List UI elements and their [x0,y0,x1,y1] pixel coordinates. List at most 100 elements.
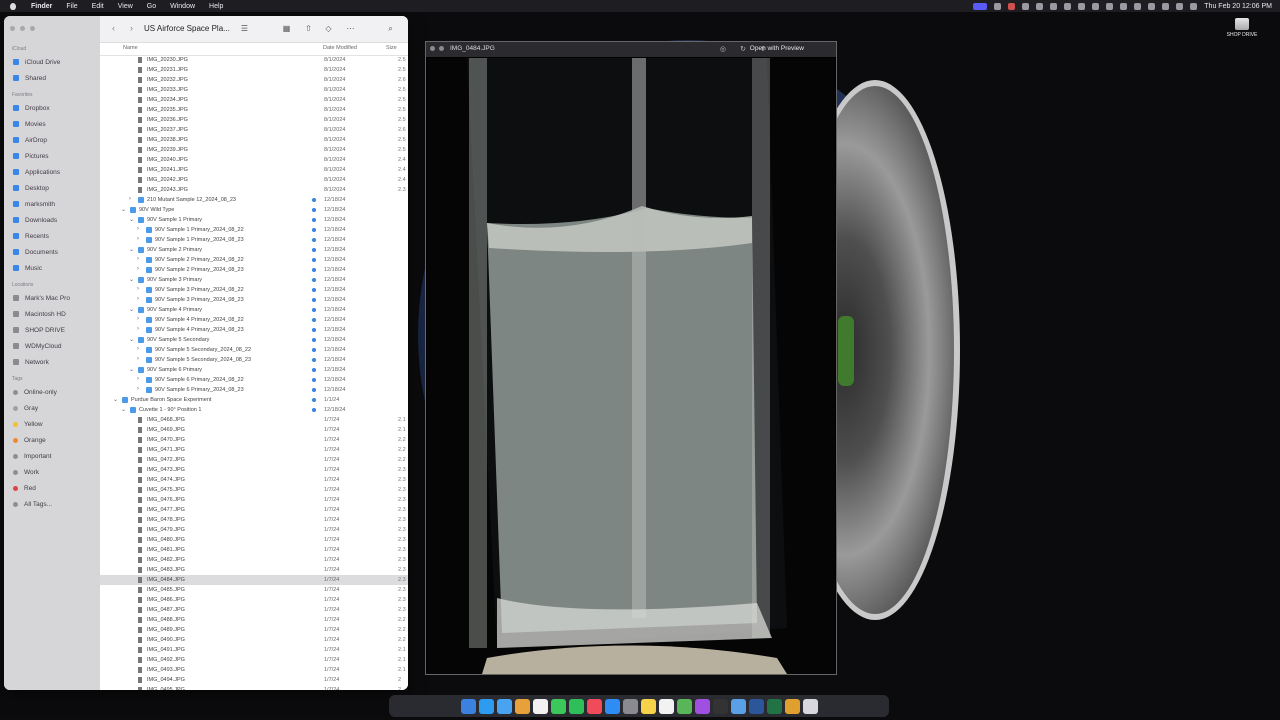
menu-file[interactable]: File [59,3,84,10]
menu-clock[interactable]: Thu Feb 20 12:06 PM [1204,3,1272,10]
trash-icon[interactable] [802,698,818,714]
file-row[interactable]: IMG_0495.JPG 1/7/24 2 [100,685,408,690]
terminal-icon[interactable] [712,698,728,714]
photos-icon[interactable] [514,698,530,714]
disclosure-triangle-icon[interactable]: ⌄ [129,216,134,223]
messages-icon[interactable] [550,698,566,714]
close-button[interactable] [430,46,435,51]
settings-icon[interactable] [622,698,638,714]
file-row[interactable]: › 90V Sample 6 Primary_2024_08_23 12/18/24 [100,385,408,395]
file-row[interactable]: IMG_0468.JPG 1/7/24 2.1 [100,415,408,425]
menu-extra-icon[interactable] [1134,2,1142,10]
disclosure-triangle-icon[interactable]: › [137,296,139,302]
file-row[interactable]: ⌄ Purdue Baron Space Experiment 1/1/24 [100,395,408,405]
sidebar-item[interactable]: Recents [4,228,100,244]
file-row[interactable]: › 90V Sample 3 Primary_2024_08_22 12/18/24 [100,285,408,295]
podcasts-icon[interactable] [694,698,710,714]
sidebar-item[interactable]: Red [4,480,100,496]
file-row[interactable]: IMG_0478.JPG 1/7/24 2.3 [100,515,408,525]
facetime-icon[interactable] [568,698,584,714]
file-row[interactable]: ⌄ 90V Sample 3 Primary 12/18/24 [100,275,408,285]
menu-extra-icon[interactable] [1022,2,1030,10]
back-button[interactable]: ‹ [112,23,115,33]
control-center-icon[interactable] [1176,2,1184,10]
file-row[interactable]: IMG_20236.JPG 8/1/2024 2.5 [100,115,408,125]
reminders-icon[interactable] [658,698,674,714]
file-row[interactable]: IMG_0474.JPG 1/7/24 2.3 [100,475,408,485]
menu-extra-icon[interactable] [1008,2,1016,10]
file-row[interactable]: IMG_0475.JPG 1/7/24 2.3 [100,485,408,495]
disclosure-triangle-icon[interactable]: › [137,376,139,382]
group-icon[interactable]: ▦ [282,24,291,33]
file-row[interactable]: IMG_0469.JPG 1/7/24 2.1 [100,425,408,435]
share-icon[interactable]: ⇧ [304,24,313,33]
disclosure-triangle-icon[interactable]: ⌄ [121,406,126,413]
sidebar-item[interactable]: Movies [4,116,100,132]
fullscreen-button[interactable] [439,46,444,51]
menu-window[interactable]: Window [163,3,202,10]
file-row[interactable]: IMG_0493.JPG 1/7/24 2.1 [100,665,408,675]
file-row[interactable]: › 90V Sample 4 Primary_2024_08_22 12/18/24 [100,315,408,325]
file-row[interactable]: ⌄ 90V Wild Type 12/18/24 [100,205,408,215]
view-options-icon[interactable]: ☰ [240,24,249,33]
sidebar-item[interactable]: Work [4,464,100,480]
sidebar-item[interactable]: Shared [4,70,100,86]
search-icon[interactable]: ⌕ [386,24,395,33]
file-row[interactable]: IMG_20231.JPG 8/1/2024 2.5 [100,65,408,75]
calendar-icon[interactable] [532,698,548,714]
file-row[interactable]: ⌄ 90V Sample 4 Primary 12/18/24 [100,305,408,315]
disclosure-triangle-icon[interactable]: ⌄ [129,336,134,343]
close-button[interactable] [10,26,15,31]
sidebar-item[interactable]: WDMyCloud [4,338,100,354]
file-row[interactable]: IMG_0482.JPG 1/7/24 2.3 [100,555,408,565]
disclosure-triangle-icon[interactable]: › [137,236,139,242]
disclosure-triangle-icon[interactable]: › [137,256,139,262]
disclosure-triangle-icon[interactable]: › [137,346,139,352]
file-row[interactable]: IMG_20237.JPG 8/1/2024 2.6 [100,125,408,135]
menu-extra-icon[interactable] [973,2,988,10]
file-row[interactable]: IMG_20243.JPG 8/1/2024 2.3 [100,185,408,195]
file-row[interactable]: IMG_0492.JPG 1/7/24 2.1 [100,655,408,665]
notes-icon[interactable] [640,698,656,714]
menu-finder[interactable]: Finder [24,3,59,10]
disclosure-triangle-icon[interactable]: ⌄ [129,306,134,313]
column-name[interactable]: Name [123,45,138,51]
minimize-button[interactable] [20,26,25,31]
app-store-icon[interactable] [604,698,620,714]
disclosure-triangle-icon[interactable]: › [137,316,139,322]
file-row[interactable]: IMG_20233.JPG 8/1/2024 2.5 [100,85,408,95]
sidebar-item[interactable]: Downloads [4,212,100,228]
file-row[interactable]: IMG_0484.JPG 1/7/24 2.3 [100,575,408,585]
disclosure-triangle-icon[interactable]: › [137,326,139,332]
file-row[interactable]: IMG_0477.JPG 1/7/24 2.3 [100,505,408,515]
open-with-preview-button[interactable]: Open with Preview [750,45,804,52]
markup-icon[interactable]: ◎ [720,45,726,53]
chrome-icon[interactable] [784,698,800,714]
file-row[interactable]: IMG_20241.JPG 8/1/2024 2.4 [100,165,408,175]
file-row[interactable]: ⌄ 90V Sample 6 Primary 12/18/24 [100,365,408,375]
file-row[interactable]: IMG_20242.JPG 8/1/2024 2.4 [100,175,408,185]
menu-extra-icon[interactable] [994,2,1002,10]
maps-icon[interactable] [676,698,692,714]
menu-extra-icon[interactable] [1050,2,1058,10]
column-size[interactable]: Size [386,45,397,51]
wifi-icon[interactable] [1148,2,1156,10]
file-row[interactable]: › 90V Sample 1 Primary_2024_08_22 12/18/24 [100,225,408,235]
file-row[interactable]: IMG_0494.JPG 1/7/24 2 [100,675,408,685]
word-icon[interactable] [748,698,764,714]
disclosure-triangle-icon[interactable]: › [137,356,139,362]
sidebar-item[interactable]: All Tags... [4,496,100,512]
file-row[interactable]: IMG_20232.JPG 8/1/2024 2.6 [100,75,408,85]
file-row[interactable]: IMG_0486.JPG 1/7/24 2.3 [100,595,408,605]
menu-extra-icon[interactable] [1078,2,1086,10]
sidebar-item[interactable]: Macintosh HD [4,306,100,322]
file-row[interactable]: IMG_0483.JPG 1/7/24 2.3 [100,565,408,575]
menu-extra-icon[interactable] [1120,2,1128,10]
apple-menu-icon[interactable] [10,2,16,10]
safari-icon[interactable] [478,698,494,714]
sidebar-item[interactable]: Desktop [4,180,100,196]
file-row[interactable]: ⌄ Cuvette 1 - 90° Position 1 12/18/24 [100,405,408,415]
sidebar-item[interactable]: Orange [4,432,100,448]
file-row[interactable]: IMG_0472.JPG 1/7/24 2.2 [100,455,408,465]
preview-icon[interactable] [730,698,746,714]
